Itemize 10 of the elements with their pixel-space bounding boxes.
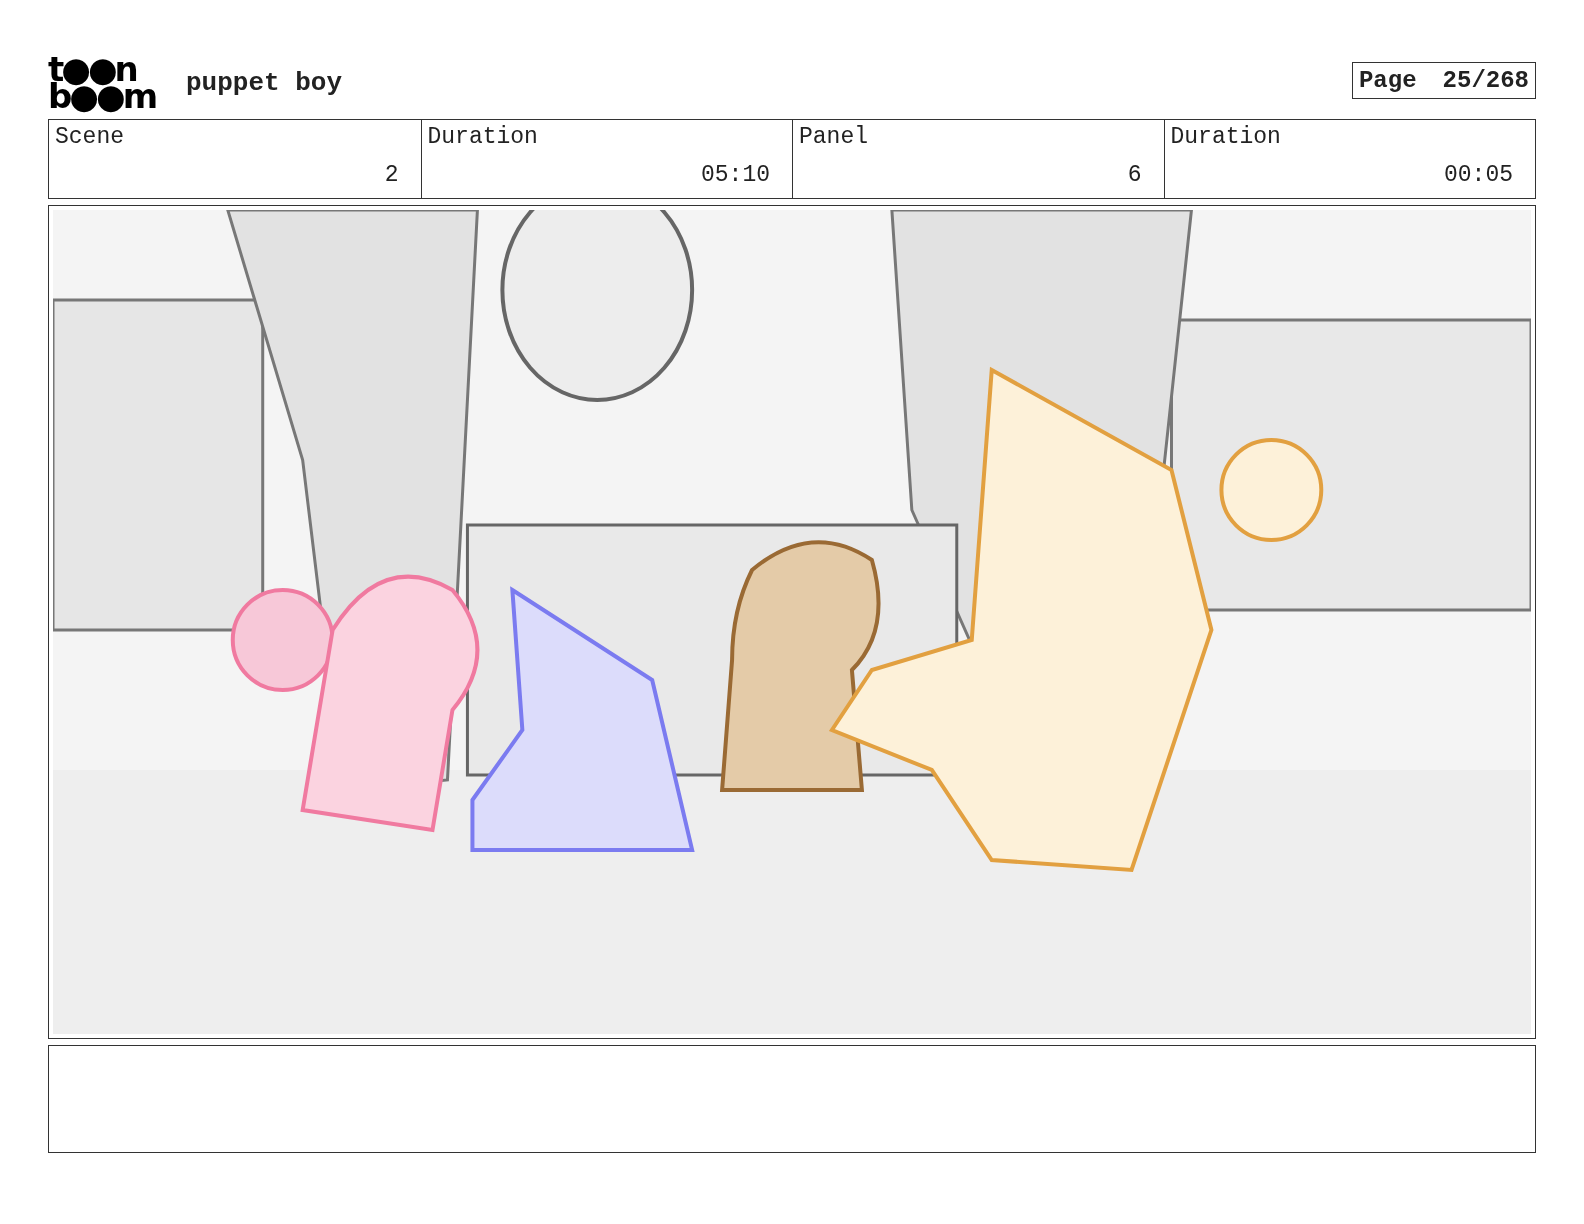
info-value: 2	[384, 162, 399, 188]
info-value: 6	[1127, 162, 1142, 188]
info-value: 05:10	[701, 162, 770, 188]
page-counter: Page 25/268	[1351, 61, 1536, 99]
info-label: Duration	[427, 124, 538, 150]
info-label: Panel	[799, 124, 868, 150]
info-value: 00:05	[1444, 162, 1513, 188]
project-title: puppet boy	[186, 68, 344, 98]
info-label: Scene	[55, 124, 124, 150]
info-label: Duration	[1170, 124, 1281, 150]
